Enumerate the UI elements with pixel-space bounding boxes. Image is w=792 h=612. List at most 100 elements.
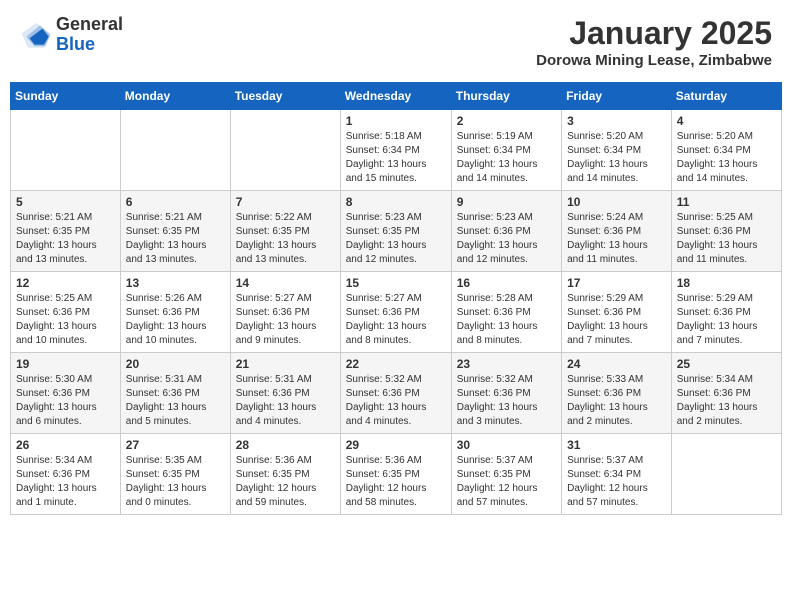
calendar-cell: 1 Sunrise: 5:18 AM Sunset: 6:34 PM Daylig…: [340, 110, 451, 191]
day-number: 10: [567, 195, 666, 209]
page-header: General Blue January 2025 Dorowa Mining …: [10, 10, 782, 74]
day-info: Sunrise: 5:31 AM Sunset: 6:36 PM Dayligh…: [126, 373, 225, 429]
calendar-cell: 18 Sunrise: 5:29 AM Sunset: 6:36 PM Dayli…: [671, 272, 781, 353]
day-number: 22: [346, 357, 446, 371]
day-number: 13: [126, 276, 225, 290]
day-info: Sunrise: 5:23 AM Sunset: 6:36 PM Dayligh…: [457, 211, 556, 267]
day-number: 5: [16, 195, 115, 209]
day-info: Sunrise: 5:20 AM Sunset: 6:34 PM Dayligh…: [567, 130, 666, 186]
calendar-cell: 15 Sunrise: 5:27 AM Sunset: 6:36 PM Dayli…: [340, 272, 451, 353]
day-info: Sunrise: 5:32 AM Sunset: 6:36 PM Dayligh…: [346, 373, 446, 429]
day-number: 16: [457, 276, 556, 290]
calendar-cell: [671, 434, 781, 515]
day-info: Sunrise: 5:20 AM Sunset: 6:34 PM Dayligh…: [677, 130, 776, 186]
calendar-week-row: 12Sunrise: 5:25 AM Sunset: 6:36 PM Dayli…: [11, 272, 782, 353]
day-number: 3: [567, 114, 666, 128]
calendar-header-wednesday: Wednesday: [340, 83, 451, 110]
day-info: Sunrise: 5:28 AM Sunset: 6:36 PM Dayligh…: [457, 292, 556, 348]
calendar-cell: [120, 110, 230, 191]
calendar-header-monday: Monday: [120, 83, 230, 110]
calendar-header-saturday: Saturday: [671, 83, 781, 110]
day-number: 18: [677, 276, 776, 290]
day-info: Sunrise: 5:18 AM Sunset: 6:34 PM Dayligh…: [346, 130, 446, 186]
calendar-cell: 30 Sunrise: 5:37 AM Sunset: 6:35 PM Dayli…: [451, 434, 561, 515]
calendar-cell: 21Sunrise: 5:31 AM Sunset: 6:36 PM Dayli…: [230, 353, 340, 434]
day-info: Sunrise: 5:37 AM Sunset: 6:35 PM Dayligh…: [457, 454, 556, 510]
day-number: 11: [677, 195, 776, 209]
day-number: 20: [126, 357, 225, 371]
day-info: Sunrise: 5:34 AM Sunset: 6:36 PM Dayligh…: [16, 454, 115, 510]
calendar-cell: 19Sunrise: 5:30 AM Sunset: 6:36 PM Dayli…: [11, 353, 121, 434]
calendar-cell: 6 Sunrise: 5:21 AM Sunset: 6:35 PM Daylig…: [120, 191, 230, 272]
calendar-cell: 23Sunrise: 5:32 AM Sunset: 6:36 PM Dayli…: [451, 353, 561, 434]
logo-general: General: [56, 15, 123, 35]
day-number: 27: [126, 438, 225, 452]
day-number: 2: [457, 114, 556, 128]
day-number: 23: [457, 357, 556, 371]
logo-text: General Blue: [56, 15, 123, 55]
calendar-cell: 13 Sunrise: 5:26 AM Sunset: 6:36 PM Dayli…: [120, 272, 230, 353]
day-info: Sunrise: 5:29 AM Sunset: 6:36 PM Dayligh…: [677, 292, 776, 348]
day-info: Sunrise: 5:29 AM Sunset: 6:36 PM Dayligh…: [567, 292, 666, 348]
title-section: January 2025 Dorowa Mining Lease, Zimbab…: [536, 15, 772, 69]
calendar-cell: 31 Sunrise: 5:37 AM Sunset: 6:34 PM Dayli…: [562, 434, 672, 515]
day-number: 15: [346, 276, 446, 290]
calendar-cell: 22 Sunrise: 5:32 AM Sunset: 6:36 PM Dayli…: [340, 353, 451, 434]
calendar-cell: 28 Sunrise: 5:36 AM Sunset: 6:35 PM Dayli…: [230, 434, 340, 515]
day-info: Sunrise: 5:21 AM Sunset: 6:35 PM Dayligh…: [16, 211, 115, 267]
day-number: 30: [457, 438, 556, 452]
calendar-header-row: SundayMondayTuesdayWednesdayThursdayFrid…: [11, 83, 782, 110]
day-info: Sunrise: 5:27 AM Sunset: 6:36 PM Dayligh…: [346, 292, 446, 348]
logo: General Blue: [20, 15, 123, 55]
day-info: Sunrise: 5:21 AM Sunset: 6:35 PM Dayligh…: [126, 211, 225, 267]
calendar-cell: 12Sunrise: 5:25 AM Sunset: 6:36 PM Dayli…: [11, 272, 121, 353]
day-info: Sunrise: 5:26 AM Sunset: 6:36 PM Dayligh…: [126, 292, 225, 348]
calendar-cell: 2Sunrise: 5:19 AM Sunset: 6:34 PM Daylig…: [451, 110, 561, 191]
calendar-cell: 29 Sunrise: 5:36 AM Sunset: 6:35 PM Dayli…: [340, 434, 451, 515]
day-info: Sunrise: 5:27 AM Sunset: 6:36 PM Dayligh…: [236, 292, 335, 348]
calendar-header-thursday: Thursday: [451, 83, 561, 110]
day-info: Sunrise: 5:36 AM Sunset: 6:35 PM Dayligh…: [346, 454, 446, 510]
calendar-cell: 14 Sunrise: 5:27 AM Sunset: 6:36 PM Dayli…: [230, 272, 340, 353]
calendar-cell: 25Sunrise: 5:34 AM Sunset: 6:36 PM Dayli…: [671, 353, 781, 434]
calendar-cell: 17 Sunrise: 5:29 AM Sunset: 6:36 PM Dayli…: [562, 272, 672, 353]
day-number: 7: [236, 195, 335, 209]
day-info: Sunrise: 5:22 AM Sunset: 6:35 PM Dayligh…: [236, 211, 335, 267]
logo-blue: Blue: [56, 35, 123, 55]
day-number: 26: [16, 438, 115, 452]
day-info: Sunrise: 5:23 AM Sunset: 6:35 PM Dayligh…: [346, 211, 446, 267]
calendar-week-row: 5 Sunrise: 5:21 AM Sunset: 6:35 PM Daylig…: [11, 191, 782, 272]
day-number: 28: [236, 438, 335, 452]
day-number: 1: [346, 114, 446, 128]
day-info: Sunrise: 5:37 AM Sunset: 6:34 PM Dayligh…: [567, 454, 666, 510]
calendar-cell: 16 Sunrise: 5:28 AM Sunset: 6:36 PM Dayli…: [451, 272, 561, 353]
day-number: 17: [567, 276, 666, 290]
calendar-table: SundayMondayTuesdayWednesdayThursdayFrid…: [10, 82, 782, 515]
calendar-cell: 26 Sunrise: 5:34 AM Sunset: 6:36 PM Dayli…: [11, 434, 121, 515]
day-info: Sunrise: 5:33 AM Sunset: 6:36 PM Dayligh…: [567, 373, 666, 429]
calendar-cell: 20 Sunrise: 5:31 AM Sunset: 6:36 PM Dayli…: [120, 353, 230, 434]
day-number: 9: [457, 195, 556, 209]
calendar-header-tuesday: Tuesday: [230, 83, 340, 110]
calendar-week-row: 19Sunrise: 5:30 AM Sunset: 6:36 PM Dayli…: [11, 353, 782, 434]
day-info: Sunrise: 5:25 AM Sunset: 6:36 PM Dayligh…: [677, 211, 776, 267]
day-number: 6: [126, 195, 225, 209]
calendar-cell: 5 Sunrise: 5:21 AM Sunset: 6:35 PM Daylig…: [11, 191, 121, 272]
day-number: 21: [236, 357, 335, 371]
day-number: 31: [567, 438, 666, 452]
day-number: 14: [236, 276, 335, 290]
calendar-cell: 3 Sunrise: 5:20 AM Sunset: 6:34 PM Daylig…: [562, 110, 672, 191]
day-number: 4: [677, 114, 776, 128]
calendar-cell: 8Sunrise: 5:23 AM Sunset: 6:35 PM Daylig…: [340, 191, 451, 272]
calendar-cell: 11 Sunrise: 5:25 AM Sunset: 6:36 PM Dayli…: [671, 191, 781, 272]
day-number: 19: [16, 357, 115, 371]
month-title: January 2025: [536, 15, 772, 52]
calendar-header-friday: Friday: [562, 83, 672, 110]
calendar-cell: 4 Sunrise: 5:20 AM Sunset: 6:34 PM Daylig…: [671, 110, 781, 191]
location: Dorowa Mining Lease, Zimbabwe: [536, 52, 772, 69]
calendar-cell: 24Sunrise: 5:33 AM Sunset: 6:36 PM Dayli…: [562, 353, 672, 434]
calendar-week-row: 26 Sunrise: 5:34 AM Sunset: 6:36 PM Dayli…: [11, 434, 782, 515]
day-number: 29: [346, 438, 446, 452]
day-info: Sunrise: 5:36 AM Sunset: 6:35 PM Dayligh…: [236, 454, 335, 510]
day-number: 25: [677, 357, 776, 371]
